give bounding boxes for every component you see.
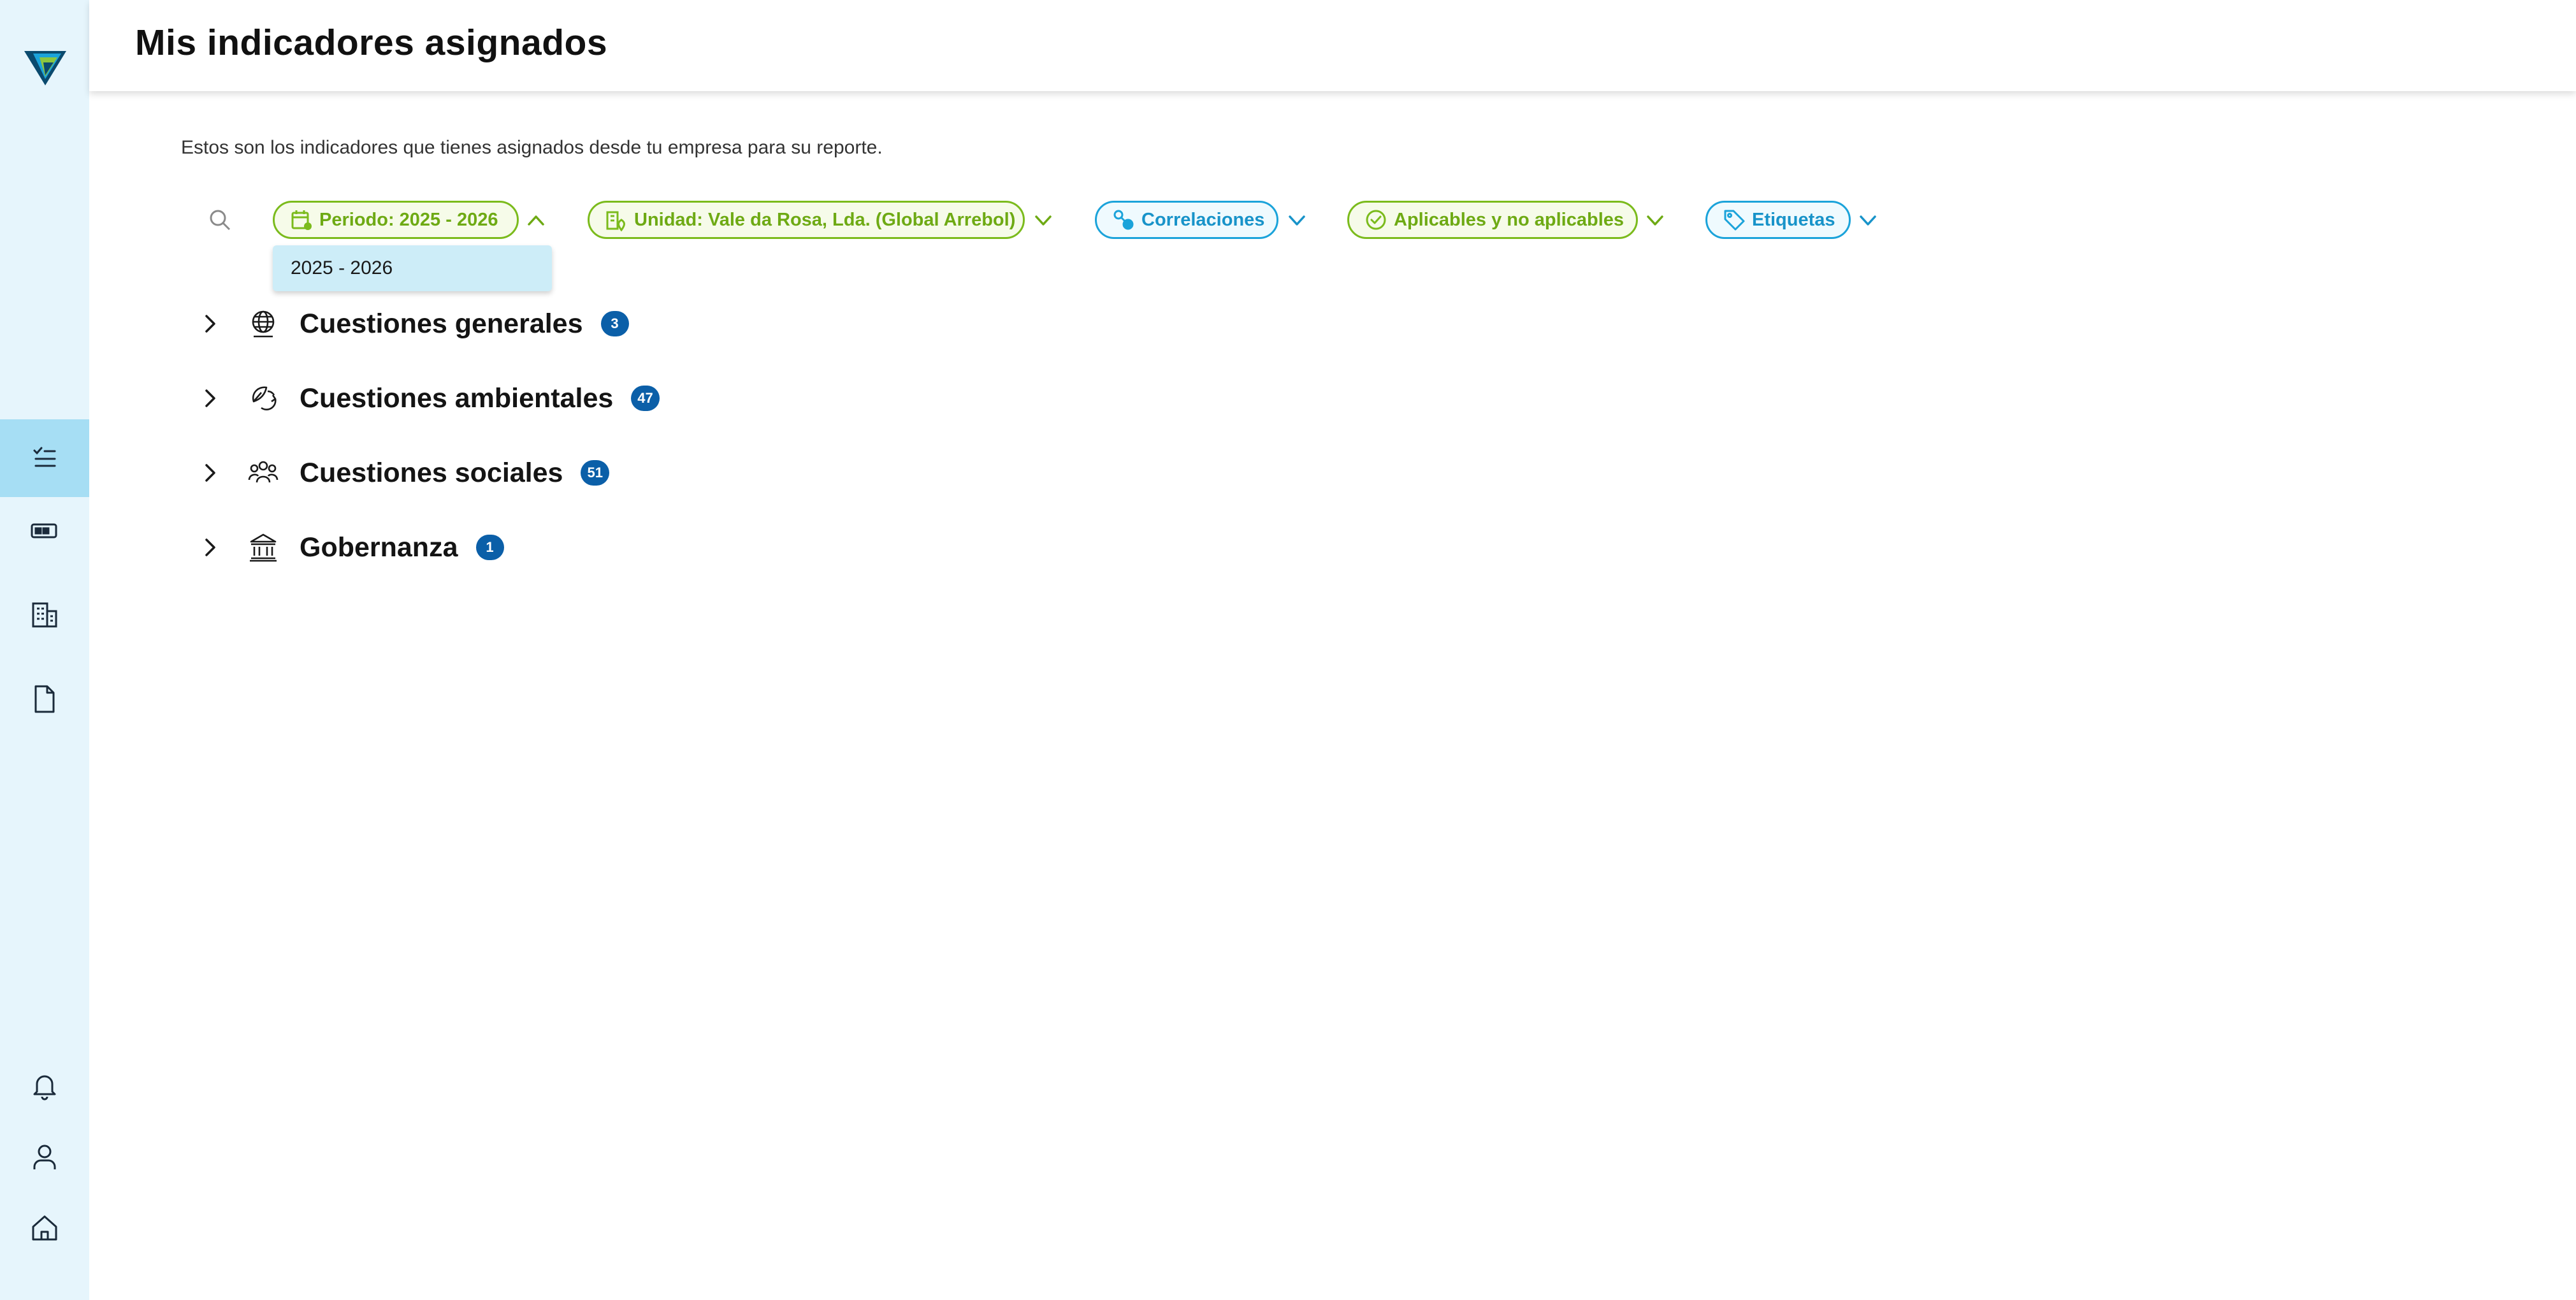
chevron-down-icon[interactable] [1285,208,1309,233]
section-title: Cuestiones generales [300,308,583,339]
search-icon[interactable] [207,207,233,233]
building-icon [32,602,57,628]
nav-notificaciones[interactable] [0,1046,89,1124]
section-title: Cuestiones ambientales [300,382,614,414]
header: Mis indicadores asignados [89,0,2576,91]
nav-indicadores[interactable] [0,419,89,497]
filter-aplicables[interactable]: Aplicables y no aplicables [1347,201,1638,239]
logo[interactable] [24,47,66,89]
globe-icon [252,310,275,338]
filter-unidad-label: Unidad: Vale da Rosa, Lda. (Global Arreb… [634,209,1016,230]
tag-icon [1724,210,1745,231]
battery-icon [31,523,57,538]
section-cuestiones-generales[interactable]: Cuestiones generales 3 [198,301,629,346]
filter-unidad[interactable]: Unidad: Vale da Rosa, Lda. (Global Arreb… [588,201,1025,239]
bank-icon [250,533,277,562]
nav-inicio[interactable] [0,1189,89,1267]
people-group-icon [248,461,279,483]
chevron-down-icon[interactable] [1031,208,1055,233]
section-cuestiones-ambientales[interactable]: Cuestiones ambientales 47 [198,376,660,421]
filter-correlaciones[interactable]: Correlaciones [1095,201,1278,239]
nav-perfil[interactable] [0,1118,89,1195]
filter-correlaciones-label: Correlaciones [1141,209,1265,230]
filter-etiquetas[interactable]: Etiquetas [1705,201,1851,239]
intro-text: Estos son los indicadores que tienes asi… [181,137,883,158]
leaf-recycle-icon [252,386,277,410]
chevron-down-icon[interactable] [1856,208,1880,233]
chevron-right-icon[interactable] [198,535,223,560]
section-gobernanza[interactable]: Gobernanza 1 [198,525,504,570]
chevron-right-icon[interactable] [198,311,223,336]
section-cuestiones-sociales[interactable]: Cuestiones sociales 51 [198,451,609,495]
count-badge: 47 [631,386,660,411]
calendar-icon [291,210,312,230]
count-badge: 3 [600,311,629,336]
nav-empresa[interactable] [0,576,89,654]
section-title: Cuestiones sociales [300,457,563,488]
page-title: Mis indicadores asignados [135,22,608,63]
filter-etiquetas-label: Etiquetas [1752,209,1835,230]
home-icon [32,1215,57,1241]
link-nodes-icon [1113,210,1134,230]
filter-periodo[interactable]: Periodo: 2025 - 2026 [273,201,519,239]
periodo-dropdown-option[interactable]: 2025 - 2026 [273,245,552,291]
nav-battery[interactable] [0,492,89,570]
user-icon [33,1145,56,1169]
chevron-up-icon[interactable] [524,208,548,233]
filter-aplicables-label: Aplicables y no aplicables [1394,209,1624,230]
sidebar [0,0,89,1300]
bell-icon [33,1075,56,1101]
count-badge: 51 [581,460,609,486]
chevron-right-icon[interactable] [198,386,223,411]
check-circle-icon [1366,210,1386,230]
checklist-icon [33,447,56,467]
section-title: Gobernanza [300,531,458,563]
nav-documentos[interactable] [0,660,89,738]
building-pin-icon [606,211,625,231]
document-icon [34,685,55,713]
filter-periodo-label: Periodo: 2025 - 2026 [319,209,498,230]
chevron-right-icon[interactable] [198,460,223,486]
chevron-down-icon[interactable] [1643,208,1667,233]
count-badge: 1 [475,535,504,560]
